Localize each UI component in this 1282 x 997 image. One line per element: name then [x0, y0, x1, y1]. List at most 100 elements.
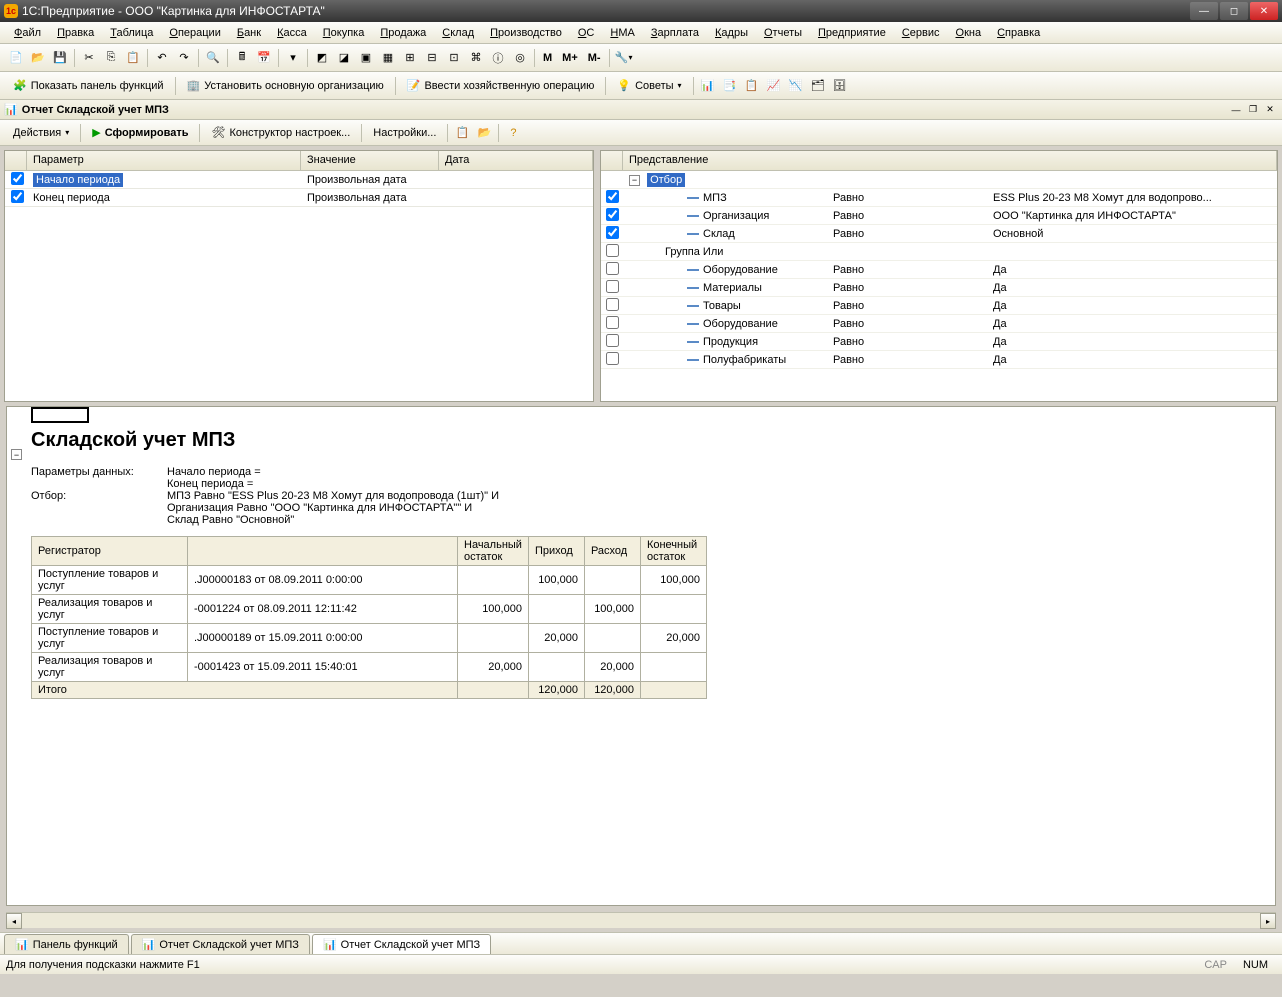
menu-item-5[interactable]: Касса: [269, 25, 315, 41]
table-row[interactable]: Реализация товаров и услуг-0001423 от 15…: [32, 653, 707, 682]
doc-minimize-button[interactable]: —: [1228, 103, 1244, 117]
tool-icon-5[interactable]: ⊞: [400, 48, 420, 68]
help-button[interactable]: ?: [503, 123, 523, 143]
save-icon[interactable]: 💾: [50, 48, 70, 68]
settings-button[interactable]: Настройки...: [366, 124, 443, 142]
menu-item-4[interactable]: Банк: [229, 25, 269, 41]
doc-close-button[interactable]: ✕: [1262, 103, 1278, 117]
menu-item-18[interactable]: Справка: [989, 25, 1048, 41]
quick-icon-2[interactable]: 📑: [720, 76, 740, 96]
window-tab-0[interactable]: 📊Панель функций: [4, 934, 129, 954]
print-icon[interactable]: ▾: [283, 48, 303, 68]
menu-item-16[interactable]: Сервис: [894, 25, 948, 41]
paste-icon[interactable]: 📋: [123, 48, 143, 68]
new-icon[interactable]: 📄: [6, 48, 26, 68]
tool-icon-9[interactable]: ◎: [510, 48, 530, 68]
filter-check-6[interactable]: [606, 298, 619, 311]
tips-button[interactable]: 💡 Советы ▾: [610, 76, 688, 95]
menu-item-12[interactable]: Зарплата: [643, 25, 707, 41]
col-representation[interactable]: Представление: [623, 151, 1277, 170]
menu-item-3[interactable]: Операции: [161, 25, 228, 41]
filter-check-3[interactable]: [606, 244, 619, 257]
find-icon[interactable]: 🔍: [203, 48, 223, 68]
filter-row-0[interactable]: МПЗРавноESS Plus 20-23 M8 Хомут для водо…: [601, 189, 1277, 207]
enter-op-button[interactable]: 📝 Ввести хозяйственную операцию: [400, 76, 602, 95]
menu-item-13[interactable]: Кадры: [707, 25, 756, 41]
wrench-icon[interactable]: 🔧▾: [614, 48, 634, 68]
collapse-icon[interactable]: −: [629, 175, 640, 186]
tool-icon-7[interactable]: ⊡: [444, 48, 464, 68]
menu-item-15[interactable]: Предприятие: [810, 25, 894, 41]
filter-row-8[interactable]: ПродукцияРавноДа: [601, 333, 1277, 351]
quick-icon-7[interactable]: 🗄: [830, 76, 850, 96]
filter-check-2[interactable]: [606, 226, 619, 239]
scroll-right-button[interactable]: ▸: [1260, 913, 1276, 929]
redo-icon[interactable]: ↷: [174, 48, 194, 68]
menu-item-11[interactable]: НМА: [602, 25, 642, 41]
param-check-1[interactable]: [11, 190, 24, 203]
col-date[interactable]: Дата: [439, 151, 593, 170]
menu-item-14[interactable]: Отчеты: [756, 25, 810, 41]
constructor-button[interactable]: 🛠 Конструктор настроек...: [204, 123, 357, 142]
filter-root-row[interactable]: − Отбор: [601, 171, 1277, 189]
table-row[interactable]: Поступление товаров и услуг.J00000189 от…: [32, 624, 707, 653]
menu-item-8[interactable]: Склад: [434, 25, 482, 41]
quick-icon-5[interactable]: 📉: [786, 76, 806, 96]
param-check-0[interactable]: [11, 172, 24, 185]
tool-btn-1[interactable]: 📋: [452, 123, 472, 143]
close-button[interactable]: ✕: [1250, 2, 1278, 20]
set-org-button[interactable]: 🏢 Установить основную организацию: [180, 76, 391, 95]
calc-icon[interactable]: 🖩: [232, 48, 252, 68]
param-row-1[interactable]: Конец периодаПроизвольная дата: [5, 189, 593, 207]
menu-item-6[interactable]: Покупка: [315, 25, 373, 41]
filter-check-1[interactable]: [606, 208, 619, 221]
menu-item-17[interactable]: Окна: [948, 25, 990, 41]
quick-icon-6[interactable]: 🗂: [808, 76, 828, 96]
generate-button[interactable]: ▶ Сформировать: [85, 123, 195, 142]
filter-check-9[interactable]: [606, 352, 619, 365]
col-value[interactable]: Значение: [301, 151, 439, 170]
quick-icon-1[interactable]: 📊: [698, 76, 718, 96]
filter-row-2[interactable]: СкладРавноОсновной: [601, 225, 1277, 243]
m-plus-button[interactable]: M+: [558, 48, 582, 68]
menu-item-2[interactable]: Таблица: [102, 25, 161, 41]
horizontal-scrollbar[interactable]: ◂ ▸: [6, 912, 1276, 928]
param-row-0[interactable]: Начало периодаПроизвольная дата: [5, 171, 593, 189]
menu-item-0[interactable]: Файл: [6, 25, 49, 41]
m-button[interactable]: M: [539, 48, 556, 68]
doc-restore-button[interactable]: ❐: [1245, 103, 1261, 117]
filter-row-4[interactable]: ОборудованиеРавноДа: [601, 261, 1277, 279]
tool-icon-2[interactable]: ◪: [334, 48, 354, 68]
quick-icon-3[interactable]: 📋: [742, 76, 762, 96]
tool-icon-8[interactable]: ⌘: [466, 48, 486, 68]
filter-check-4[interactable]: [606, 262, 619, 275]
cut-icon[interactable]: ✂: [79, 48, 99, 68]
selection-box[interactable]: [31, 407, 89, 423]
copy-icon[interactable]: ⎘: [101, 48, 121, 68]
tool-icon-6[interactable]: ⊟: [422, 48, 442, 68]
menu-item-1[interactable]: Правка: [49, 25, 102, 41]
tool-icon-1[interactable]: ◩: [312, 48, 332, 68]
undo-icon[interactable]: ↶: [152, 48, 172, 68]
minimize-button[interactable]: —: [1190, 2, 1218, 20]
table-row[interactable]: Поступление товаров и услуг.J00000183 от…: [32, 566, 707, 595]
calendar-icon[interactable]: 📅: [254, 48, 274, 68]
menu-item-10[interactable]: ОС: [570, 25, 603, 41]
tool-icon-3[interactable]: ▣: [356, 48, 376, 68]
window-tab-1[interactable]: 📊Отчет Складской учет МПЗ: [131, 934, 310, 954]
filter-row-5[interactable]: МатериалыРавноДа: [601, 279, 1277, 297]
filter-check-8[interactable]: [606, 334, 619, 347]
filter-check-5[interactable]: [606, 280, 619, 293]
filter-row-6[interactable]: ТоварыРавноДа: [601, 297, 1277, 315]
m-minus-button[interactable]: M-: [584, 48, 605, 68]
show-panel-button[interactable]: 🧩 Показать панель функций: [6, 76, 171, 95]
filter-row-9[interactable]: ПолуфабрикатыРавноДа: [601, 351, 1277, 369]
scroll-left-button[interactable]: ◂: [6, 913, 22, 929]
actions-dropdown[interactable]: Действия ▾: [6, 124, 76, 142]
filter-row-7[interactable]: ОборудованиеРавноДа: [601, 315, 1277, 333]
tool-btn-2[interactable]: 📂: [474, 123, 494, 143]
filter-check-7[interactable]: [606, 316, 619, 329]
col-param[interactable]: Параметр: [27, 151, 301, 170]
tool-icon-4[interactable]: ▦: [378, 48, 398, 68]
filter-row-3[interactable]: Группа Или: [601, 243, 1277, 261]
